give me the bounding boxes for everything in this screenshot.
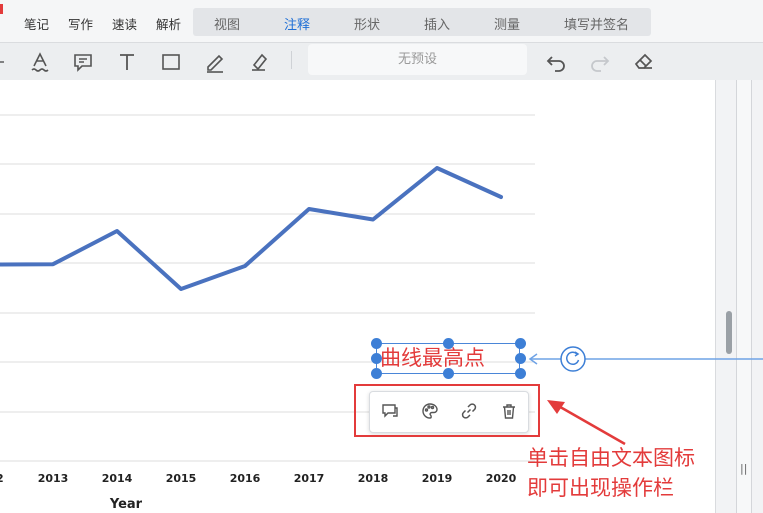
resize-handle-br[interactable]	[515, 368, 526, 379]
tab-group: 视图 注释 形状 插入 测量 填写并签名	[193, 8, 651, 36]
text-tool-icon[interactable]	[115, 50, 139, 74]
menu-analyze[interactable]: 解析	[156, 14, 181, 33]
x-tick-label-partial: 2	[0, 472, 4, 485]
x-tick-label: 2017	[294, 472, 325, 485]
rotate-icon[interactable]	[558, 344, 588, 374]
text-underline-icon[interactable]	[28, 50, 52, 74]
redo-icon[interactable]	[588, 49, 612, 73]
resize-handle-mr[interactable]	[515, 353, 526, 364]
x-axis-label: Year	[109, 497, 143, 512]
menu-speed-read[interactable]: 速读	[112, 14, 137, 33]
menu-notes[interactable]: 笔记	[24, 14, 49, 33]
preset-select[interactable]: 无预设	[308, 44, 527, 75]
x-tick-label: 2015	[166, 472, 197, 485]
partial-tool-icon[interactable]	[0, 50, 10, 74]
resize-handle-tr[interactable]	[515, 338, 526, 349]
scrollbar-track[interactable]	[736, 80, 752, 513]
callout-text: 单击自由文本图标 即可出现操作栏	[527, 443, 695, 503]
resize-handle-bm[interactable]	[443, 368, 454, 379]
tab-measure[interactable]: 测量	[494, 14, 520, 33]
tab-view[interactable]: 视图	[214, 14, 240, 33]
x-tick-label: 2019	[422, 472, 453, 485]
x-tick-label: 2020	[486, 472, 517, 485]
menu-bar: 笔记 写作 速读 解析 视图 注释 形状 插入 测量 填写并签名	[0, 0, 763, 42]
resize-handle-tm[interactable]	[443, 338, 454, 349]
x-tick-label: 2014	[102, 472, 133, 485]
series-line	[0, 166, 503, 291]
callout-arrow	[547, 400, 626, 446]
panel-collapse-handle[interactable]: ||	[740, 462, 747, 475]
callout-line-1: 单击自由文本图标	[527, 446, 695, 470]
eraser-icon[interactable]	[632, 49, 656, 73]
menu-write[interactable]: 写作	[68, 14, 93, 33]
tab-shapes[interactable]: 形状	[354, 14, 380, 33]
tab-insert[interactable]: 插入	[424, 14, 450, 33]
callout-line-2: 即可出现操作栏	[527, 476, 674, 500]
comment-icon[interactable]	[71, 50, 95, 74]
rectangle-icon[interactable]	[159, 50, 183, 74]
scrollbar-thumb[interactable]	[726, 311, 732, 354]
undo-icon[interactable]	[544, 49, 568, 73]
app-logo-fragment	[0, 4, 3, 14]
resize-handle-tl[interactable]	[371, 338, 382, 349]
x-tick-labels: 2 2013 2014 2015 2016 2017 2018 2019 2020	[0, 472, 517, 485]
x-tick-label: 2016	[230, 472, 261, 485]
resize-handle-ml[interactable]	[371, 353, 382, 364]
highlighter-icon[interactable]	[247, 50, 271, 74]
tab-fill-sign[interactable]: 填写并签名	[564, 14, 629, 33]
tab-annotate[interactable]: 注释	[284, 14, 310, 33]
resize-handle-bl[interactable]	[371, 368, 382, 379]
highlight-frame	[354, 384, 540, 437]
toolbar-divider	[291, 51, 292, 69]
pen-icon[interactable]	[203, 50, 227, 74]
x-tick-label: 2013	[38, 472, 69, 485]
x-tick-label: 2018	[358, 472, 389, 485]
